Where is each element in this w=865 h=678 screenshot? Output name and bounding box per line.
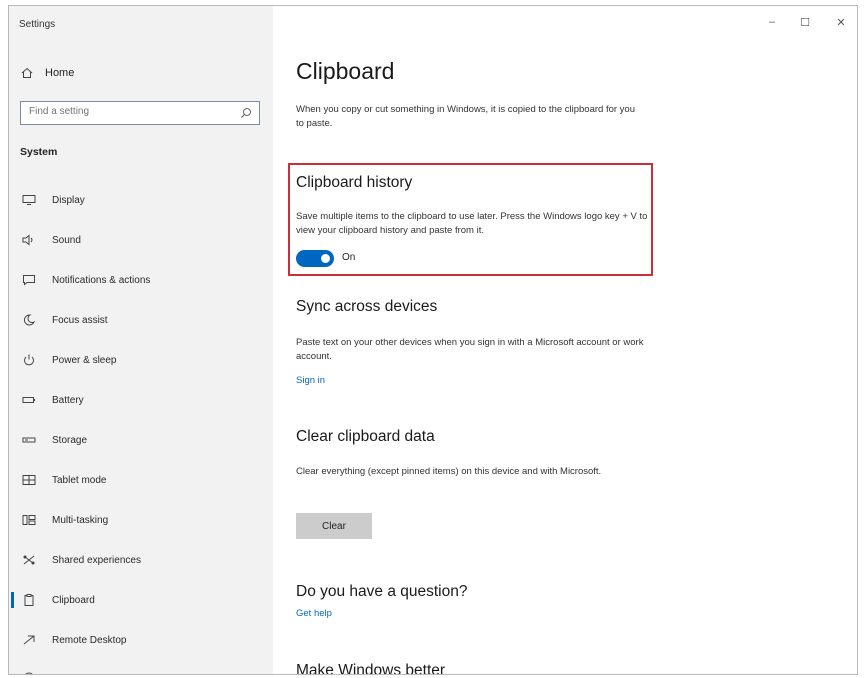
sign-in-link[interactable]: Sign in xyxy=(296,375,325,386)
feedback-heading: Make Windows better xyxy=(296,662,446,675)
clear-data-heading: Clear clipboard data xyxy=(296,428,435,445)
sidebar-item-notifications[interactable]: Notifications & actions xyxy=(9,265,273,295)
tablet-mode-icon xyxy=(22,474,48,486)
clear-data-description: Clear everything (except pinned items) o… xyxy=(296,466,602,477)
sidebar-item-label: Battery xyxy=(52,394,84,406)
get-help-link[interactable]: Get help xyxy=(296,608,332,619)
question-heading: Do you have a question? xyxy=(296,583,468,600)
clipboard-history-heading: Clipboard history xyxy=(296,174,413,191)
maximize-button[interactable]: ☐ xyxy=(798,16,812,29)
power-icon xyxy=(22,354,48,366)
notifications-icon xyxy=(22,274,48,286)
about-icon xyxy=(22,670,48,674)
sidebar-item-storage[interactable]: Storage xyxy=(9,425,273,455)
clipboard-icon xyxy=(22,594,48,606)
settings-window: Settings Home System Display xyxy=(8,5,858,675)
intro-text: When you copy or cut something in Window… xyxy=(296,104,636,129)
sync-description: Paste text on your other devices when yo… xyxy=(296,337,644,362)
minimize-button[interactable]: – xyxy=(765,16,779,28)
window-title: Settings xyxy=(19,19,56,30)
close-button[interactable]: ✕ xyxy=(834,16,848,29)
search-icon[interactable] xyxy=(240,107,252,119)
sidebar-item-tablet-mode[interactable]: Tablet mode xyxy=(9,465,273,495)
sidebar-item-partial[interactable] xyxy=(9,661,273,674)
remote-desktop-icon xyxy=(22,634,48,646)
search-input[interactable] xyxy=(27,105,231,118)
sidebar-item-label: Shared experiences xyxy=(52,554,141,566)
sidebar-item-label: Display xyxy=(52,194,85,206)
storage-icon xyxy=(22,434,48,446)
sidebar-item-display[interactable]: Display xyxy=(9,185,273,215)
search-box[interactable] xyxy=(20,101,260,125)
sidebar-item-shared-experiences[interactable]: Shared experiences xyxy=(9,545,273,575)
home-icon xyxy=(21,67,33,78)
sidebar-item-label: Notifications & actions xyxy=(52,274,151,286)
shared-experiences-icon xyxy=(22,554,48,566)
sidebar: Settings Home System Display xyxy=(9,6,273,674)
sidebar-item-remote-desktop[interactable]: Remote Desktop xyxy=(9,625,273,655)
page-title: Clipboard xyxy=(296,58,395,84)
home-nav[interactable]: Home xyxy=(21,67,74,79)
sidebar-item-multitasking[interactable]: Multi-tasking xyxy=(9,505,273,535)
sidebar-item-power-sleep[interactable]: Power & sleep xyxy=(9,345,273,375)
sync-heading: Sync across devices xyxy=(296,298,438,315)
display-icon xyxy=(22,194,48,206)
battery-icon xyxy=(22,394,48,406)
sidebar-item-label: Remote Desktop xyxy=(52,634,127,646)
section-label-system: System xyxy=(20,146,58,158)
multitasking-icon xyxy=(22,514,48,526)
sidebar-item-focus-assist[interactable]: Focus assist xyxy=(9,305,273,335)
sidebar-item-label: Multi-tasking xyxy=(52,514,109,526)
toggle-state-label: On xyxy=(342,252,356,263)
toggle-knob xyxy=(321,254,330,263)
sidebar-item-battery[interactable]: Battery xyxy=(9,385,273,415)
sidebar-item-label: Tablet mode xyxy=(52,474,107,486)
sidebar-item-label: Storage xyxy=(52,434,88,446)
clipboard-history-description: Save multiple items to the clipboard to … xyxy=(296,211,648,236)
sidebar-item-sound[interactable]: Sound xyxy=(9,225,273,255)
sidebar-item-label: Sound xyxy=(52,234,81,246)
sidebar-item-label: Focus assist xyxy=(52,314,108,326)
sound-icon xyxy=(22,234,48,246)
focus-assist-icon xyxy=(22,314,48,326)
clipboard-history-toggle[interactable] xyxy=(296,250,334,267)
clear-button[interactable]: Clear xyxy=(296,513,372,539)
sidebar-item-clipboard[interactable]: Clipboard xyxy=(9,585,273,615)
sidebar-item-label: Power & sleep xyxy=(52,354,117,366)
sidebar-item-label: Clipboard xyxy=(52,594,95,606)
home-label: Home xyxy=(45,67,75,79)
